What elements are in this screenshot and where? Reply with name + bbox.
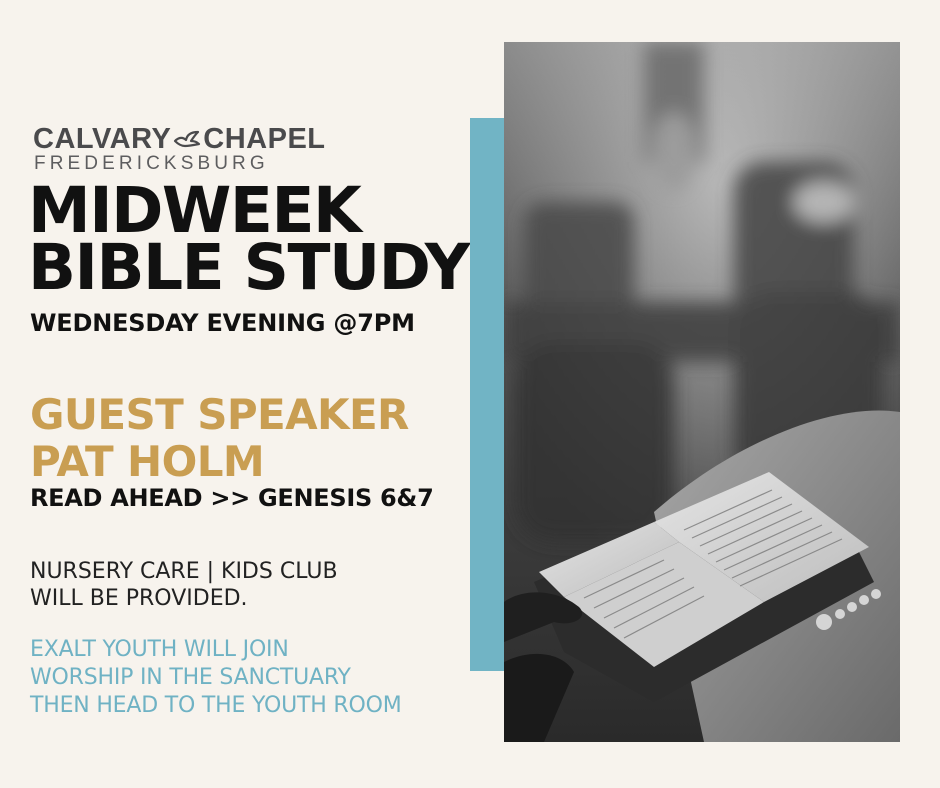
guest-speaker-name: PAT HOLM (30, 437, 265, 486)
read-ahead-text: READ AHEAD >> GENESIS 6&7 (30, 484, 434, 512)
youth-notice: EXALT YOUTH WILL JOIN WORSHIP IN THE SAN… (30, 636, 402, 720)
teal-accent-bar (470, 118, 506, 671)
logo-subtitle: FREDERICKSBURG (34, 153, 269, 174)
guest-speaker-label: GUEST SPEAKER (30, 390, 409, 439)
nursery-notice: NURSERY CARE | KIDS CLUB WILL BE PROVIDE… (30, 558, 338, 612)
title-line-2: BIBLE STUDY (28, 231, 470, 304)
nursery-line-1: NURSERY CARE | KIDS CLUB (30, 559, 338, 584)
event-flyer: CALVARY CHAPEL FREDERICKSBURG MIDWEEK BI… (0, 0, 940, 788)
photo-illustration (504, 42, 900, 742)
nursery-line-2: WILL BE PROVIDED. (30, 586, 248, 611)
church-logo: CALVARY CHAPEL (33, 123, 326, 156)
dove-icon (174, 130, 201, 147)
open-bible-photo (504, 42, 900, 742)
schedule-text: WEDNESDAY EVENING @7PM (30, 309, 415, 337)
youth-line-1: EXALT YOUTH WILL JOIN (30, 637, 289, 662)
youth-line-2: WORSHIP IN THE SANCTUARY (30, 665, 351, 690)
logo-word-calvary: CALVARY (33, 123, 172, 155)
youth-line-3: THEN HEAD TO THE YOUTH ROOM (30, 693, 402, 718)
logo-word-chapel: CHAPEL (203, 123, 326, 155)
